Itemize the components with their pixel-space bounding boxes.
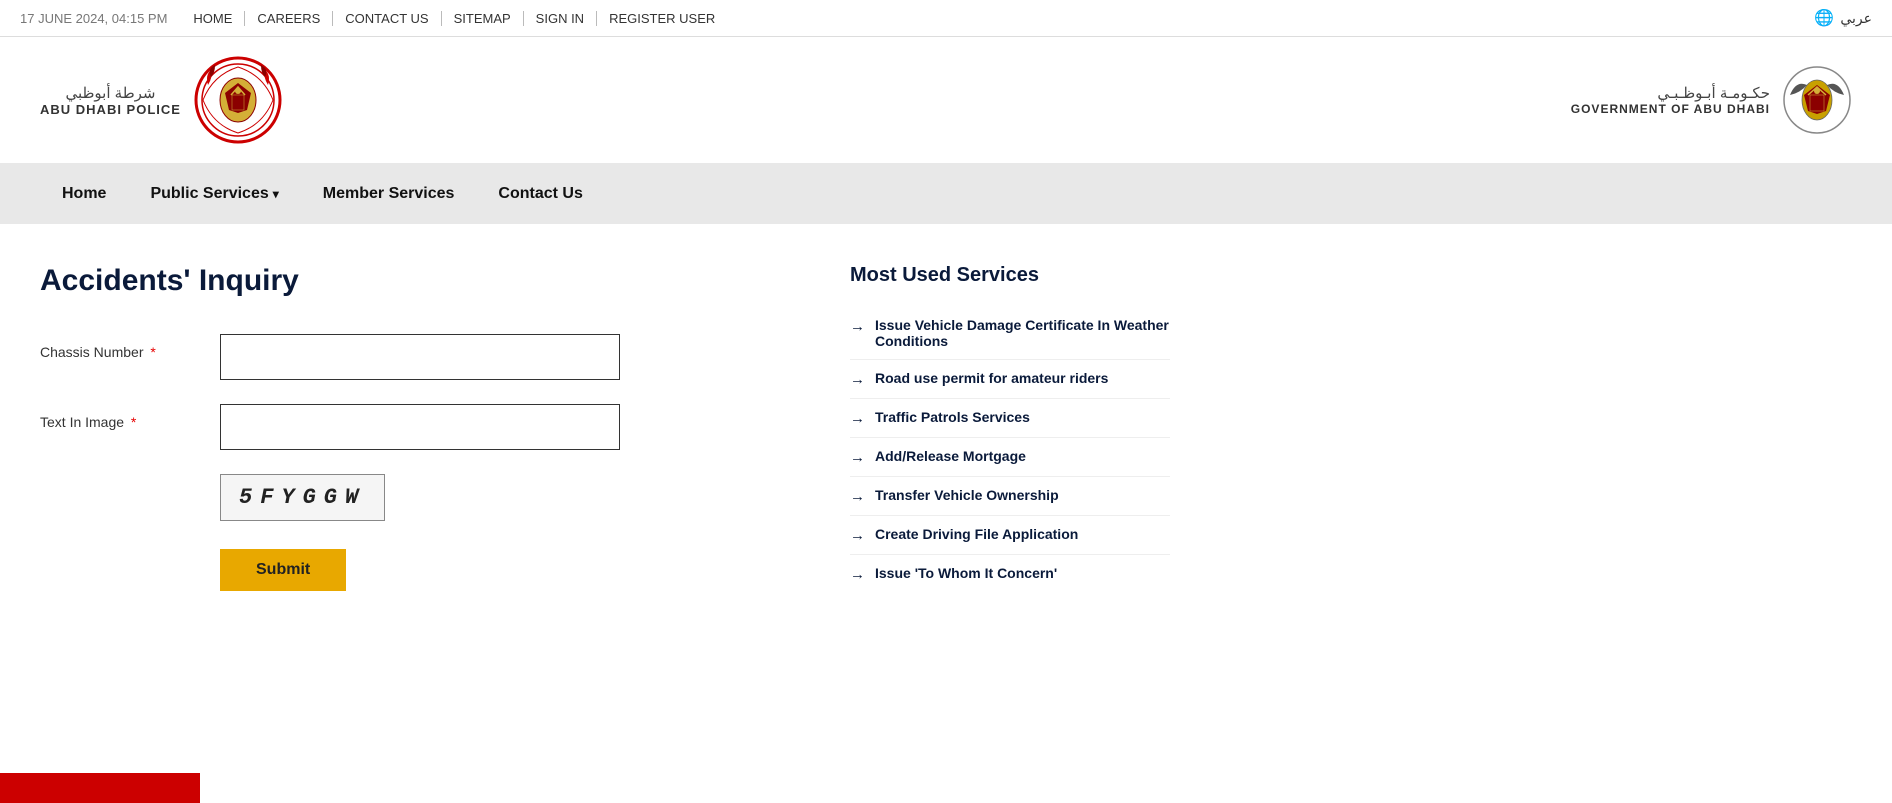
language-switcher[interactable]: 🌐 عربي bbox=[1814, 8, 1872, 28]
adp-emblem bbox=[193, 55, 283, 145]
service-label: Add/Release Mortgage bbox=[875, 448, 1026, 464]
chassis-input[interactable] bbox=[220, 334, 620, 380]
service-label: Transfer Vehicle Ownership bbox=[875, 487, 1059, 503]
service-label: Create Driving File Application bbox=[875, 526, 1078, 542]
sidebar-title: Most Used Services bbox=[850, 264, 1170, 287]
top-bar-left: 17 JUNE 2024, 04:15 PM HOME CAREERS CONT… bbox=[20, 11, 727, 26]
service-label: Issue 'To Whom It Concern' bbox=[875, 565, 1057, 581]
gov-logo-text: حكـومـة أبـوظـبـي GOVERNMENT OF ABU DHAB… bbox=[1571, 84, 1770, 116]
bottom-notification-bar bbox=[0, 773, 200, 803]
nav-home[interactable]: HOME bbox=[181, 11, 245, 26]
nav-sitemap[interactable]: SITEMAP bbox=[442, 11, 524, 26]
nav-careers[interactable]: CAREERS bbox=[245, 11, 333, 26]
main-nav: Home Public Services Member Services Con… bbox=[0, 164, 1892, 224]
adp-logo: شرطة أبوظبي ABU DHABI POLICE bbox=[40, 55, 283, 145]
service-label: Road use permit for amateur riders bbox=[875, 370, 1108, 386]
page-title: Accidents' Inquiry bbox=[40, 264, 790, 298]
service-label: Issue Vehicle Damage Certificate In Weat… bbox=[875, 317, 1170, 349]
list-item[interactable]: → Add/Release Mortgage bbox=[850, 438, 1170, 477]
arrow-icon: → bbox=[850, 410, 865, 427]
most-used-services-list: → Issue Vehicle Damage Certificate In We… bbox=[850, 307, 1170, 593]
arrow-icon: → bbox=[850, 318, 865, 335]
globe-icon: 🌐 bbox=[1814, 8, 1834, 28]
nav-sign-in[interactable]: SIGN IN bbox=[524, 11, 597, 26]
nav-contact-us[interactable]: CONTACT US bbox=[333, 11, 441, 26]
nav-public-services[interactable]: Public Services bbox=[128, 164, 300, 224]
list-item[interactable]: → Traffic Patrols Services bbox=[850, 399, 1170, 438]
gov-english-name: GOVERNMENT OF ABU DHABI bbox=[1571, 102, 1770, 116]
captcha-required: * bbox=[127, 414, 136, 430]
submit-button[interactable]: Submit bbox=[220, 549, 346, 591]
nav-home[interactable]: Home bbox=[40, 164, 128, 224]
captcha-input[interactable] bbox=[220, 404, 620, 450]
adp-arabic-name: شرطة أبوظبي bbox=[65, 84, 155, 102]
chassis-field-group: Chassis Number * bbox=[40, 334, 790, 380]
chassis-required: * bbox=[146, 344, 155, 360]
nav-register-user[interactable]: REGISTER USER bbox=[597, 11, 727, 26]
gov-arabic-name: حكـومـة أبـوظـبـي bbox=[1571, 84, 1770, 102]
captcha-text-field-group: Text In Image * bbox=[40, 404, 790, 450]
date-time: 17 JUNE 2024, 04:15 PM bbox=[20, 11, 167, 26]
list-item[interactable]: → Road use permit for amateur riders bbox=[850, 360, 1170, 399]
list-item[interactable]: → Transfer Vehicle Ownership bbox=[850, 477, 1170, 516]
nav-member-services[interactable]: Member Services bbox=[301, 164, 477, 224]
adp-logo-text: شرطة أبوظبي ABU DHABI POLICE bbox=[40, 84, 181, 117]
list-item[interactable]: → Issue Vehicle Damage Certificate In We… bbox=[850, 307, 1170, 360]
form-section: Accidents' Inquiry Chassis Number * Text… bbox=[40, 264, 790, 684]
adp-english-name: ABU DHABI POLICE bbox=[40, 102, 181, 117]
arrow-icon: → bbox=[850, 527, 865, 544]
arabic-label: عربي bbox=[1840, 10, 1872, 27]
submit-group: Submit bbox=[40, 549, 790, 591]
site-header: شرطة أبوظبي ABU DHABI POLICE حكـومـة أبـ… bbox=[0, 37, 1892, 164]
gov-emblem bbox=[1782, 65, 1852, 135]
arrow-icon: → bbox=[850, 449, 865, 466]
list-item[interactable]: → Issue 'To Whom It Concern' bbox=[850, 555, 1170, 593]
text-in-image-label: Text In Image * bbox=[40, 404, 200, 430]
service-label: Traffic Patrols Services bbox=[875, 409, 1030, 425]
arrow-icon: → bbox=[850, 371, 865, 388]
chassis-label: Chassis Number * bbox=[40, 334, 200, 360]
top-nav: HOME CAREERS CONTACT US SITEMAP SIGN IN … bbox=[181, 11, 727, 26]
arrow-icon: → bbox=[850, 566, 865, 583]
list-item[interactable]: → Create Driving File Application bbox=[850, 516, 1170, 555]
nav-contact-us[interactable]: Contact Us bbox=[476, 164, 604, 224]
top-bar: 17 JUNE 2024, 04:15 PM HOME CAREERS CONT… bbox=[0, 0, 1892, 37]
gov-logo: حكـومـة أبـوظـبـي GOVERNMENT OF ABU DHAB… bbox=[1571, 65, 1852, 135]
main-content: Accidents' Inquiry Chassis Number * Text… bbox=[0, 224, 1892, 724]
arrow-icon: → bbox=[850, 488, 865, 505]
sidebar: Most Used Services → Issue Vehicle Damag… bbox=[850, 264, 1170, 684]
captcha-image: 5FYGGW bbox=[220, 474, 385, 521]
